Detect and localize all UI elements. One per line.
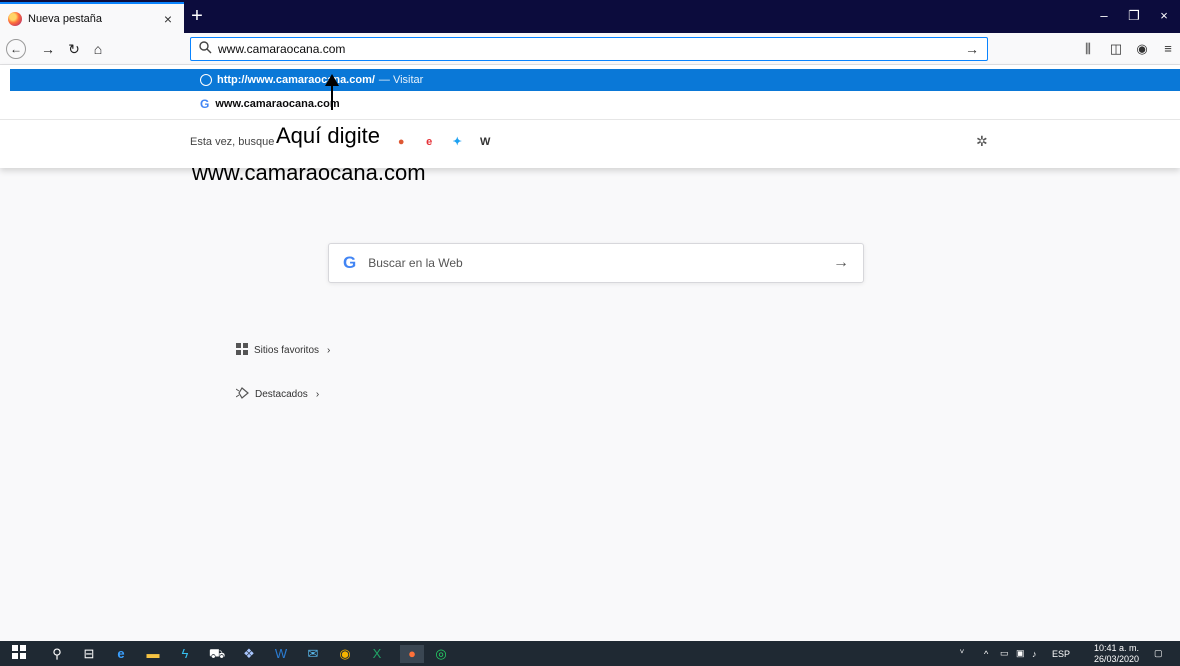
back-button[interactable]: ← [6,39,26,59]
navigation-toolbar: ← → ↻ ⌂ www.camaraocana.com → ⫼ ◫ ◉ ≡ [0,33,1180,65]
browser-window: Nueva pestaña × + – ❐ × ← → ↻ ⌂ www.cama… [0,0,1180,666]
account-button[interactable]: ◉ [1132,41,1152,57]
forward-button[interactable]: → [38,39,58,59]
annotation-text: Aquí digite [274,123,382,149]
network-icon[interactable]: ▣ [1016,641,1025,666]
url-bar[interactable]: www.camaraocana.com → [190,37,988,61]
firefox-taskbar-icon[interactable]: ● [400,645,424,663]
wikipedia-engine-icon[interactable]: W [478,135,492,149]
highlights-section[interactable]: Destacados › [235,387,320,402]
library-button[interactable]: ⫼ [1078,41,1098,57]
close-window-button[interactable]: × [1152,8,1176,23]
suggestion-url: http://www.camaraocana.com/ [217,74,375,86]
urlbar-dropdown: http://www.camaraocana.com/ — Visitar G … [0,65,1180,168]
firefox-logo-icon [8,11,22,26]
highlights-label: Destacados [255,389,308,400]
google-logo-icon: G [343,253,357,272]
globe-icon [200,74,212,86]
url-input[interactable]: www.camaraocana.com [218,42,965,56]
search-icon [199,41,212,57]
annotation-url: www.camaraocana.com [192,160,426,185]
suggestion-action: — Visitar [378,74,424,86]
search-icon[interactable]: ⚲ [48,645,66,663]
tab-title: Nueva pestaña [28,12,102,25]
reload-button[interactable]: ↻ [64,39,84,59]
store-icon[interactable]: ⛟ [208,645,226,663]
file-explorer-icon[interactable]: ▬ [144,645,162,663]
word-icon[interactable]: W [272,645,290,663]
grid-icon [236,343,248,358]
home-button[interactable]: ⌂ [88,39,108,59]
duckduckgo-engine-icon[interactable]: ● [394,135,408,149]
sidebar-button[interactable]: ◫ [1106,41,1126,57]
battery-icon: ▭ [1000,648,1009,658]
whatsapp-icon[interactable]: ◎ [432,645,450,663]
notifications-icon[interactable]: ▢ [1154,641,1163,666]
suggestion-text: www.camaraocana.com [215,98,340,110]
google-icon: G [200,97,210,111]
gear-icon[interactable]: ✲ [976,133,988,150]
suggestion-visit[interactable]: http://www.camaraocana.com/ — Visitar [10,69,1180,91]
web-search-box[interactable]: G Buscar en la Web → [328,243,864,283]
restore-button[interactable]: ❐ [1122,8,1146,24]
dropdown-divider [0,119,1180,120]
chevron-up-icon[interactable]: ^ [984,641,988,666]
people-icon[interactable]: ⱽ [960,641,964,666]
tab-nueva-pestana[interactable]: Nueva pestaña × [0,2,184,33]
suggestion-search[interactable]: G www.camaraocana.com [10,93,1180,115]
chevron-right-icon: › [327,345,331,356]
teams-icon[interactable]: ❖ [240,645,258,663]
mail-icon[interactable]: ✉ [304,645,322,663]
task-view-icon[interactable]: ⊟ [80,645,98,663]
tab-strip: Nueva pestaña × + – ❐ × [0,0,1180,33]
clock[interactable]: 10:41 a. m. 26/03/2020 [1094,643,1139,665]
volume-icon[interactable]: ♪ [1032,641,1037,666]
go-arrow-icon[interactable]: → [965,41,979,57]
windows-taskbar: ⚲ ⊟ e ▬ ϟ ⛟ ❖ W ✉ ◉ X ● ◎ ⱽ ^ ▭ ▣ ♪ ESP … [0,641,1180,666]
vscode-icon[interactable]: ϟ [176,645,194,663]
ebay-engine-icon[interactable]: e [422,135,436,149]
clock-time: 10:41 a. m. [1094,643,1140,653]
search-arrow-icon[interactable]: → [833,254,849,272]
twitter-engine-icon[interactable]: ✦ [450,135,464,149]
search-placeholder[interactable]: Buscar en la Web [368,256,833,270]
minimize-button[interactable]: – [1092,8,1116,23]
edge-icon[interactable]: e [112,645,130,663]
annotation-arrow [331,82,333,110]
highlights-icon [235,387,249,402]
top-sites-section[interactable]: Sitios favoritos › [236,343,330,358]
annotation-arrowhead [325,74,339,86]
chevron-right-icon: › [315,389,320,400]
windows-start-icon[interactable] [10,645,28,663]
new-tab-button[interactable]: + [186,6,208,28]
chrome-icon[interactable]: ◉ [336,645,354,663]
close-tab-icon[interactable]: × [160,11,176,27]
language-indicator[interactable]: ESP [1052,641,1070,666]
clock-date: 26/03/2020 [1094,654,1140,664]
menu-button[interactable]: ≡ [1158,41,1178,56]
excel-icon[interactable]: X [368,645,386,663]
top-sites-label: Sitios favoritos [254,345,320,356]
